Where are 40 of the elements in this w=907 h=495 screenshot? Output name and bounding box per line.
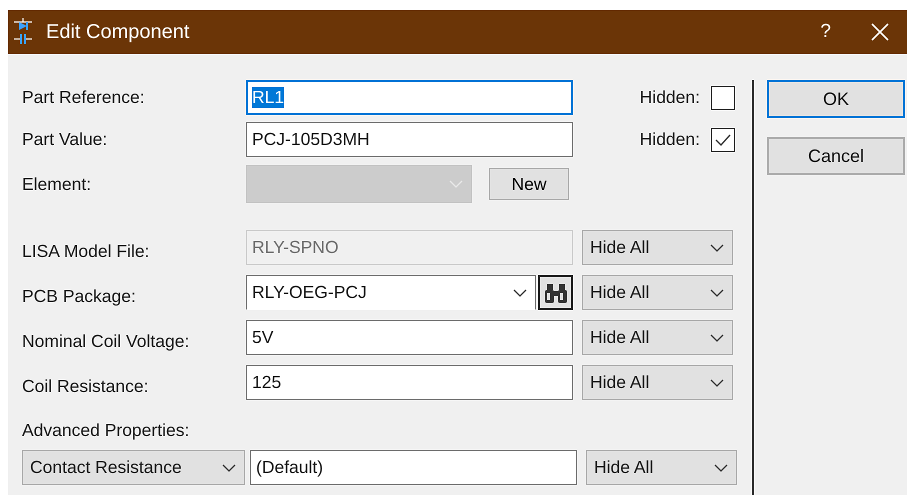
field-label: Coil Resistance: — [22, 375, 150, 397]
close-icon[interactable] — [871, 23, 889, 41]
hidden-checkbox[interactable] — [711, 128, 735, 152]
hidden-label: Hidden: — [638, 129, 700, 150]
section-label: Advanced Properties: — [22, 420, 190, 440]
caret-icon — [710, 334, 724, 342]
dialog-button[interactable]: Cancel — [767, 137, 905, 175]
caret-icon — [710, 244, 724, 252]
text-field[interactable]: 125 — [246, 365, 573, 400]
hidden-checkbox[interactable] — [711, 86, 735, 110]
check-icon — [714, 132, 732, 146]
caret-icon — [714, 464, 728, 472]
field-label: Element: — [22, 174, 92, 194]
dialog-button[interactable]: OK — [767, 80, 905, 118]
text-field[interactable]: (Default) — [250, 450, 577, 485]
window-title: Edit Component — [46, 20, 190, 44]
caret-icon — [449, 180, 463, 188]
field-label: PCB Package: — [22, 285, 137, 307]
caret-icon — [710, 378, 724, 386]
help-button[interactable]: ? — [820, 21, 831, 43]
caret-icon — [710, 288, 724, 296]
field-label: Part Reference: — [22, 87, 146, 108]
text-field[interactable]: PCJ-105D3MH — [246, 122, 573, 157]
visibility-dropdown[interactable]: Hide All — [582, 320, 733, 355]
text-field[interactable]: RL1 — [246, 80, 573, 115]
hidden-label: Hidden: — [638, 87, 700, 108]
package-dropdown[interactable]: RLY-OEG-PCJ — [246, 275, 536, 310]
property-dropdown[interactable]: Contact Resistance — [22, 450, 245, 485]
visibility-dropdown[interactable]: Hide All — [582, 275, 733, 310]
field-label: Nominal Coil Voltage: — [22, 330, 190, 352]
field-label: Part Value: — [22, 129, 108, 150]
text-field[interactable]: 5V — [246, 320, 573, 355]
visibility-dropdown[interactable]: Hide All — [582, 230, 733, 265]
caret-icon — [513, 288, 527, 296]
visibility-dropdown[interactable]: Hide All — [582, 365, 733, 400]
component-icon — [12, 18, 34, 46]
field-label: LISA Model File: — [22, 240, 150, 262]
caret-icon — [222, 464, 236, 472]
binoculars-icon[interactable] — [538, 275, 573, 310]
visibility-dropdown[interactable]: Hide All — [586, 450, 737, 485]
